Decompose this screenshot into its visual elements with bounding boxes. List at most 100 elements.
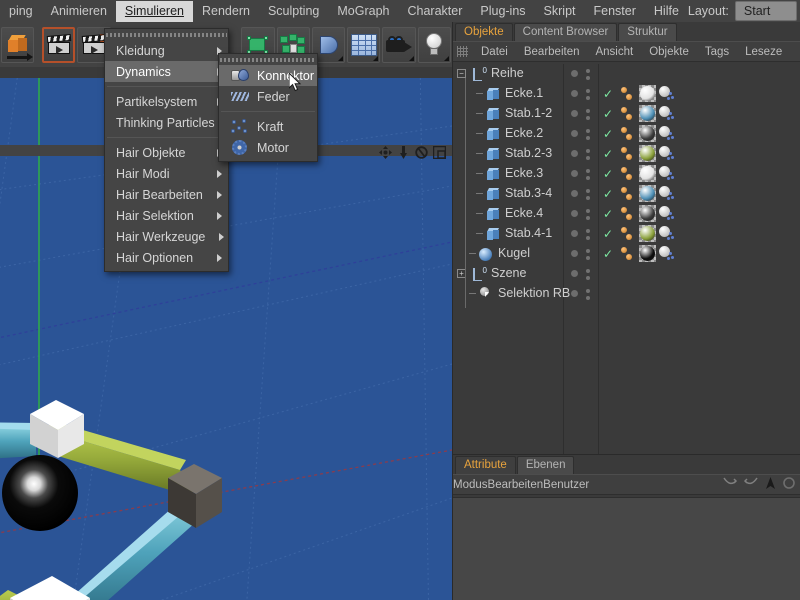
tab-attribute[interactable]: Attribute bbox=[455, 456, 516, 474]
editor-visibility-dot[interactable] bbox=[571, 190, 578, 197]
editor-visibility-dot[interactable] bbox=[571, 130, 578, 137]
enabled-check-icon[interactable]: ✓ bbox=[603, 167, 613, 181]
material-tag[interactable] bbox=[639, 165, 656, 182]
object-tree[interactable]: −0 Reihe Ecke.1 ✓ Stab.1-2 ✓ Ecke.2 ✓ Stab.2-3 ✓ E… bbox=[453, 64, 800, 454]
render-visibility-dots[interactable] bbox=[586, 169, 590, 180]
dynamics-body-tag[interactable] bbox=[659, 146, 674, 161]
tag-orange-dots[interactable] bbox=[621, 127, 632, 140]
object-manager-menu[interactable]: Datei Bearbeiten Ansicht Objekte Tags Le… bbox=[453, 41, 800, 62]
menu-item-hair-objekte[interactable]: Hair Objekte bbox=[105, 142, 228, 163]
rotate-view-icon[interactable] bbox=[415, 146, 428, 159]
enabled-check-icon[interactable]: ✓ bbox=[603, 87, 613, 101]
menu-item-hair-optionen[interactable]: Hair Optionen bbox=[105, 247, 228, 268]
am-menu-benutzer[interactable]: Benutzer bbox=[543, 479, 589, 491]
menu-item-kraft[interactable]: Kraft bbox=[219, 116, 317, 137]
am-menu-bearbeiten[interactable]: Bearbeiten bbox=[488, 479, 544, 491]
editor-visibility-dot[interactable] bbox=[571, 210, 578, 217]
material-tag[interactable] bbox=[639, 245, 656, 262]
material-tag[interactable] bbox=[639, 145, 656, 162]
dynamics-body-tag[interactable] bbox=[659, 186, 674, 201]
material-tag[interactable] bbox=[639, 205, 656, 222]
menu-item-mograph[interactable]: MoGraph bbox=[328, 1, 398, 22]
menu-item-charakter[interactable]: Charakter bbox=[398, 1, 471, 22]
simulieren-dropdown-menu[interactable]: Kleidung Dynamics Partikelsystem Thinkin… bbox=[104, 28, 234, 272]
menu-item-hair-modi[interactable]: Hair Modi bbox=[105, 163, 228, 184]
editor-visibility-dot[interactable] bbox=[571, 250, 578, 257]
tag-orange-dots[interactable] bbox=[621, 247, 632, 260]
am-menu-modus[interactable]: Modus bbox=[453, 479, 488, 491]
material-tag[interactable] bbox=[639, 85, 656, 102]
menu-item-hair-selektion[interactable]: Hair Selektion bbox=[105, 205, 228, 226]
object-row-szene[interactable]: +0 Szene bbox=[453, 264, 800, 284]
menu-item-thinking-particles[interactable]: Thinking Particles bbox=[105, 112, 234, 133]
enabled-check-icon[interactable]: ✓ bbox=[603, 147, 613, 161]
tag-orange-dots[interactable] bbox=[621, 147, 632, 160]
menu-item-fenster[interactable]: Fenster bbox=[585, 1, 645, 22]
camera-button[interactable] bbox=[382, 26, 416, 63]
render-visibility-dots[interactable] bbox=[586, 209, 590, 220]
menu-item-rendern[interactable]: Rendern bbox=[193, 1, 259, 22]
enabled-check-icon[interactable]: ✓ bbox=[603, 127, 613, 141]
render-visibility-dots[interactable] bbox=[586, 289, 590, 300]
enabled-check-icon[interactable]: ✓ bbox=[603, 247, 613, 261]
enabled-check-icon[interactable]: ✓ bbox=[603, 227, 613, 241]
selection-object-tool-button[interactable] bbox=[1, 26, 35, 63]
menu-grip-handle[interactable] bbox=[106, 32, 227, 37]
main-menu-bar[interactable]: ping Animieren Simulieren Rendern Sculpt… bbox=[0, 0, 800, 22]
menu-item-dynamics[interactable]: Dynamics bbox=[105, 61, 228, 82]
dynamics-body-tag[interactable] bbox=[659, 106, 674, 121]
editor-visibility-dot[interactable] bbox=[571, 90, 578, 97]
om-menu-ansicht[interactable]: Ansicht bbox=[587, 46, 641, 58]
editor-visibility-dot[interactable] bbox=[571, 150, 578, 157]
om-menu-objekte[interactable]: Objekte bbox=[641, 46, 697, 58]
dynamics-submenu[interactable]: Konnektor Feder Kraft Motor bbox=[218, 53, 318, 162]
om-menu-datei[interactable]: Datei bbox=[473, 46, 516, 58]
editor-visibility-dot[interactable] bbox=[571, 290, 578, 297]
object-row-stab-2-3[interactable]: Stab.2-3 ✓ bbox=[453, 144, 800, 164]
light-button[interactable] bbox=[417, 26, 451, 63]
render-visibility-dots[interactable] bbox=[586, 109, 590, 120]
object-row-stab-4-1[interactable]: Stab.4-1 ✓ bbox=[453, 224, 800, 244]
menu-item-plugins[interactable]: Plug-ins bbox=[471, 1, 534, 22]
layout-selector[interactable]: Start bbox=[734, 1, 798, 21]
tab-ebenen[interactable]: Ebenen bbox=[516, 456, 575, 474]
dynamics-body-tag[interactable] bbox=[659, 86, 674, 101]
render-visibility-dots[interactable] bbox=[586, 89, 590, 100]
menu-item-motor[interactable]: Motor bbox=[219, 137, 317, 158]
tag-orange-dots[interactable] bbox=[621, 87, 632, 100]
dynamics-body-tag[interactable] bbox=[659, 246, 674, 261]
object-row-ecke-3[interactable]: Ecke.3 ✓ bbox=[453, 164, 800, 184]
attribute-manager[interactable]: Attribute Ebenen Modus Bearbeiten Benutz… bbox=[452, 454, 800, 600]
menu-item-kleidung[interactable]: Kleidung bbox=[105, 40, 228, 61]
object-row-reihe[interactable]: −0 Reihe bbox=[453, 64, 800, 84]
material-tag[interactable] bbox=[639, 225, 656, 242]
tab-objekte[interactable]: Objekte bbox=[455, 23, 513, 41]
render-view-button[interactable] bbox=[41, 26, 76, 63]
dynamics-body-tag[interactable] bbox=[659, 126, 674, 141]
object-row-ecke-2[interactable]: Ecke.2 ✓ bbox=[453, 124, 800, 144]
object-row-stab-1-2[interactable]: Stab.1-2 ✓ bbox=[453, 104, 800, 124]
render-visibility-dots[interactable] bbox=[586, 249, 590, 260]
object-manager[interactable]: Objekte Content Browser Struktur Datei B… bbox=[452, 22, 800, 454]
render-visibility-dots[interactable] bbox=[586, 129, 590, 140]
menu-item-simulieren[interactable]: Simulieren bbox=[115, 0, 193, 22]
render-visibility-dots[interactable] bbox=[586, 229, 590, 240]
move-view-icon[interactable] bbox=[379, 146, 392, 159]
menu-item-hair-werkzeuge[interactable]: Hair Werkzeuge bbox=[105, 226, 228, 247]
viewport-nav-icons[interactable] bbox=[379, 145, 447, 160]
object-row-stab-3-4[interactable]: Stab.3-4 ✓ bbox=[453, 184, 800, 204]
editor-visibility-dot[interactable] bbox=[571, 230, 578, 237]
tag-orange-dots[interactable] bbox=[621, 187, 632, 200]
object-manager-tabs[interactable]: Objekte Content Browser Struktur bbox=[453, 22, 800, 41]
om-menu-lesezeichen[interactable]: Leseze bbox=[737, 46, 790, 58]
enabled-check-icon[interactable]: ✓ bbox=[603, 207, 613, 221]
material-tag[interactable] bbox=[639, 185, 656, 202]
scene-floor-button[interactable] bbox=[347, 26, 381, 63]
tag-orange-dots[interactable] bbox=[621, 107, 632, 120]
tag-orange-dots[interactable] bbox=[621, 207, 632, 220]
menu-item-hair-bearbeiten[interactable]: Hair Bearbeiten bbox=[105, 184, 228, 205]
menu-item-konnektor[interactable]: Konnektor bbox=[219, 65, 317, 86]
render-visibility-dots[interactable] bbox=[586, 69, 590, 80]
editor-visibility-dot[interactable] bbox=[571, 170, 578, 177]
tag-orange-dots[interactable] bbox=[621, 227, 632, 240]
